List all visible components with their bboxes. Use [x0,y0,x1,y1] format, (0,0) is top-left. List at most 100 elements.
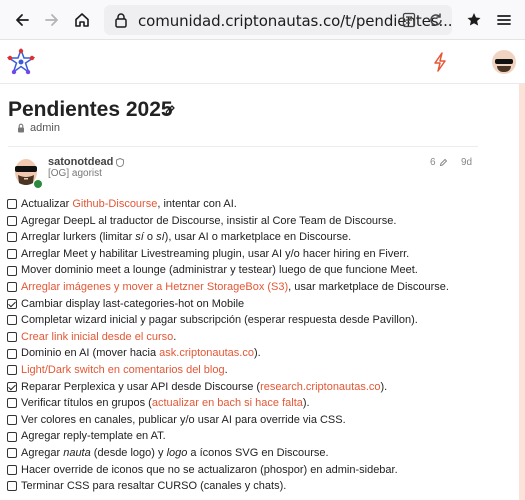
checkbox-checked[interactable] [7,298,17,309]
hamburger-menu-icon [497,15,511,25]
forward-button[interactable] [40,8,64,32]
task-link[interactable]: research.criptonautas.co [260,379,380,396]
task-item: Agregar nauta (desde logo) y logo a ícon… [7,445,477,462]
task-link[interactable]: actualizar en bach si hace falta [152,395,303,412]
task-text: nauta [63,446,91,459]
checkbox-unchecked[interactable] [7,365,17,376]
arrow-right-icon [45,14,58,26]
checkbox-unchecked[interactable] [7,464,17,475]
home-icon [75,13,89,27]
checkbox-unchecked[interactable] [7,282,17,293]
task-list: Actualizar Github-Discourse, intentar co… [7,196,477,495]
task-text: Hacer override de iconos que no se actua… [21,463,398,476]
pencil-icon [439,158,447,167]
checkbox-unchecked[interactable] [7,232,17,243]
task-item: Mover dominio meet a lounge (administrar… [7,262,477,279]
task-text: , intentar con AI. [157,198,237,210]
task-text: Mover dominio meet a lounge (administrar… [21,264,418,277]
category-name: admin [30,122,60,134]
shield-icon [116,157,125,167]
header-divider [0,83,525,84]
reader-view-icon[interactable] [402,12,416,28]
extensions-icon [467,13,481,26]
task-item: Actualizar Github-Discourse, intentar co… [7,196,477,213]
checkbox-unchecked[interactable] [7,431,17,442]
post-avatar[interactable] [10,155,44,189]
task-text: Completar wizard inicial y pagar subscri… [21,314,418,327]
task-item: Crear link inicial desde el curso. [7,329,477,346]
arrow-left-icon [16,14,29,26]
task-item: Verificar títulos en grupos (actualizar … [7,395,477,412]
avatar-image [15,159,42,188]
task-item: Reparar Perplexica y usar API desde Disc… [7,379,477,396]
site-header [0,40,525,84]
post-username[interactable]: satonotdead [48,156,125,168]
checkbox-unchecked[interactable] [7,332,17,343]
lock-icon [18,123,24,133]
task-link[interactable]: ask.criptonautas.co [159,345,254,362]
task-item: Dominio en AI (mover hacia ask.criptonau… [7,345,477,362]
checkbox-unchecked[interactable] [7,265,17,276]
task-link[interactable]: Github-Discourse [72,196,157,213]
task-item: Cambiar display last-categories-hot on M… [7,296,477,313]
task-text: Agregar DeepL al traductor de Discourse,… [21,214,397,227]
checkbox-unchecked[interactable] [7,398,17,409]
task-item: Agregar reply-template en AT. [7,428,477,445]
task-text: . [224,363,228,376]
url-bar[interactable]: comunidad.criptonautas.co/t/pendientes..… [104,5,453,35]
timeline-accent [519,84,525,500]
task-link[interactable]: Light/Dark switch en comentarios del blo… [21,362,225,379]
task-text: o [143,231,157,244]
task-text: Arreglar Meet y habilitar Livestreaming … [21,247,410,260]
post-user-title: [OG] agorist [48,168,102,179]
task-item: Arreglar imágenes y mover a Hetzner Stor… [7,279,477,296]
task-text: Ver colores en canales, publicar y/o usa… [21,413,346,426]
checkbox-unchecked[interactable] [7,415,17,426]
task-text: Actualizar [21,198,73,210]
category-badge[interactable]: admin [17,122,60,134]
task-link[interactable]: Arreglar imágenes y mover a Hetzner Stor… [21,279,288,296]
browser-toolbar: comunidad.criptonautas.co/t/pendientes..… [0,0,525,40]
task-text: sí [156,231,165,244]
reload-icon[interactable] [428,12,444,28]
checkbox-unchecked[interactable] [7,249,17,260]
task-text: , usar marketplace de Discourse. [288,280,449,293]
checkbox-unchecked[interactable] [7,315,17,326]
home-button[interactable] [70,8,94,32]
task-item: Agregar DeepL al traductor de Discourse,… [7,213,477,230]
task-text: Dominio en AI (mover hacia [21,347,160,360]
edit-count: 6 [430,157,436,168]
user-avatar[interactable] [492,50,516,74]
extensions-button[interactable] [462,8,486,32]
task-text: logo [166,446,188,459]
task-text: Agregar reply-template en AT. [21,430,166,443]
post-edit-history[interactable]: 6 [430,157,448,168]
menu-button[interactable] [492,8,516,32]
checkbox-unchecked[interactable] [7,481,17,492]
task-item: Arreglar lurkers (limitar sí o sí), usar… [7,229,477,246]
post-date[interactable]: 9d [461,157,472,168]
task-item: Ver colores en canales, publicar y/o usa… [7,412,477,429]
task-item: Hacer override de iconos que no se actua… [7,462,477,479]
task-link[interactable]: Crear link inicial desde el curso [21,329,173,346]
topic-title: Pendientes 2025 [8,98,173,121]
task-text: Agregar [21,446,64,459]
site-logo-icon[interactable] [7,48,35,76]
checkbox-unchecked[interactable] [7,199,17,210]
checkbox-checked[interactable] [7,381,17,392]
username-text: satonotdead [48,156,114,168]
task-item: Completar wizard inicial y pagar subscri… [7,312,477,329]
checkbox-unchecked[interactable] [7,348,17,359]
lightning-icon[interactable] [432,52,448,72]
task-text: Reparar Perplexica y usar API desde Disc… [21,380,261,393]
checkbox-unchecked[interactable] [7,448,17,459]
pencil-icon[interactable] [164,104,176,116]
checkbox-unchecked[interactable] [7,215,17,226]
task-text: ). [253,347,261,360]
task-text: Terminar CSS para resaltar CURSO (canale… [21,480,287,493]
back-button[interactable] [10,8,34,32]
task-item: Arreglar Meet y habilitar Livestreaming … [7,246,477,263]
task-text: (desde logo) y [90,446,167,459]
task-text: Verificar títulos en grupos ( [21,397,152,410]
lock-icon [115,13,127,28]
